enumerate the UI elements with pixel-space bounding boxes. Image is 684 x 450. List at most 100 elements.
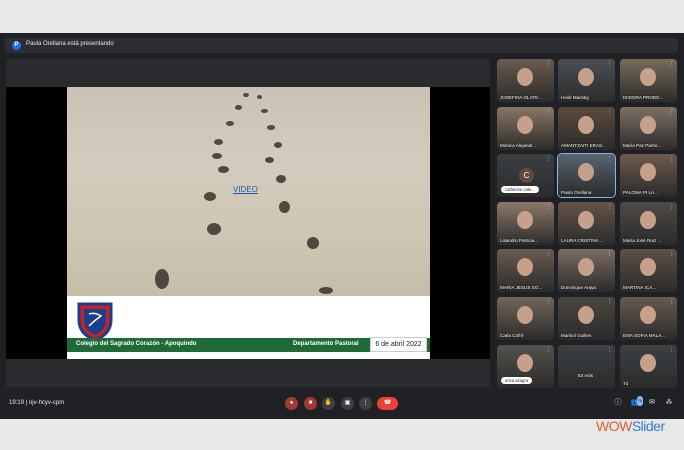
participant-name: LAURA CRISTINA ... [561,238,604,243]
participant-name: María Paz Parho... [623,143,662,148]
participant-tile[interactable]: ⋮ María Paz Parho... [620,107,677,150]
participant-name: Mónica Alejandr... [500,143,537,148]
participant-face [578,211,594,229]
tile-more-icon[interactable]: ⋮ [669,299,674,305]
more-options-button[interactable]: ⋮ [359,397,372,410]
leave-call-button[interactable]: ☎ [377,397,398,410]
participant-tile[interactable]: ⋮ Dominique Araya [558,249,615,292]
participant-face [578,68,594,86]
watermark-part1: WOW [596,418,632,434]
tile-more-icon[interactable]: ⋮ [546,347,551,353]
raise-hand-button[interactable]: ✋ [322,397,335,410]
school-name: Colegio del Sagrado Corazón - Apoquindo [76,341,197,347]
camera-button[interactable]: ■ [304,397,317,410]
participant-tile[interactable]: ⋮ AMANTZAITI ERAS... [558,107,615,150]
participant-name: ISIDORA PROBO... [623,95,664,100]
slide-date: 6 de abril 2022 [370,337,427,352]
hand-icon: ✋ [324,400,333,406]
participant-name: Paula Orellana [561,190,592,195]
participant-name: catherine cale... [501,186,539,193]
participant-face [640,163,656,181]
participant-tile[interactable]: ⋮ 53 más [558,345,615,388]
school-shield-logo [77,302,113,342]
meeting-code: ojv-hcyv-cpm [28,400,65,406]
video-link[interactable]: VIDEO [233,185,258,194]
participant-tile[interactable]: ⋮ erica azagra [497,345,554,388]
meeting-info: 19:19 | ojv-hcyv-cpm [9,400,64,406]
tile-more-icon[interactable]: ⋮ [546,109,551,115]
presenter-avatar: P [12,41,21,50]
tile-more-icon[interactable]: ⋮ [669,61,674,67]
participant-tile[interactable]: ⋮ Heidi Machtig [558,59,615,102]
tile-more-icon[interactable]: ⋮ [607,109,612,115]
shared-slide: VIDEO Colegio del Sagrado Corazón - Apoq… [67,87,430,359]
tile-more-icon[interactable]: ⋮ [607,156,612,162]
tile-more-icon[interactable]: ⋮ [607,347,612,353]
participant-face [578,258,594,276]
participant-tile[interactable]: ⋮ Mónica Alejandr... [497,107,554,150]
participant-tile[interactable]: ⋮ Lisandro Patricia... [497,202,554,245]
participant-tile[interactable]: ⋮ ISIDORA PROBO... [620,59,677,102]
activities-button[interactable]: ⁂ [664,398,674,408]
participant-tile[interactable]: ⋮ María José Ruiz ... [620,202,677,245]
tile-more-icon[interactable]: ⋮ [607,299,612,305]
present-button[interactable]: ▣ [341,397,354,410]
participant-name: Marisol Guillen [561,333,592,338]
participant-name: MARIA JESUS SO... [500,285,543,290]
bottom-toolbar: 19:19 | ojv-hcyv-cpm ● ■ ✋ ▣ ⋮ ☎ ⓘ 👥 76 … [0,394,684,413]
participant-face [517,116,533,134]
people-button[interactable]: 👥 76 [630,396,643,408]
participant-name: Tú [623,381,629,386]
tile-more-icon[interactable]: ⋮ [669,347,674,353]
participant-name: PALOMA PI LA... [623,190,658,195]
participant-tile[interactable]: ⋮ JOSEFINA OLATE... [497,59,554,102]
meeting-time: 19:19 [9,400,25,406]
watermark-part2: Slider [631,418,665,434]
participant-tile[interactable]: ⋮ LAURA CRISTINA ... [558,202,615,245]
participant-face [517,306,533,324]
participant-name: JOSEFINA OLATE... [500,95,543,100]
participant-tile[interactable]: ⋮ Paula Orellana [557,153,616,198]
participant-name: Heidi Machtig [561,95,589,100]
info-icon: ⓘ [614,399,622,406]
activities-icon: ⁂ [665,399,673,406]
chat-button[interactable]: ✉ [647,398,657,408]
tile-more-icon[interactable]: ⋮ [546,251,551,257]
tile-more-icon[interactable]: ⋮ [669,204,674,210]
tile-more-icon[interactable]: ⋮ [607,251,612,257]
meeting-details-button[interactable]: ⓘ [613,398,623,408]
participant-tile[interactable]: ⋮ Carla Cofré [497,297,554,340]
info-separator: | [25,400,28,406]
tile-more-icon[interactable]: ⋮ [669,251,674,257]
participant-face [517,354,533,372]
microphone-button[interactable]: ● [285,397,298,410]
participant-tile[interactable]: ⋮ PALOMA PI LA... [620,154,677,197]
participant-face [640,68,656,86]
mic-off-icon: ● [289,400,294,406]
participant-face [578,306,594,324]
participant-tile[interactable]: ⋮ Tú [620,345,677,388]
participant-tile[interactable]: ⋮ MARTINA ICA... [620,249,677,292]
tile-more-icon[interactable]: ⋮ [669,109,674,115]
participant-face [517,258,533,276]
participant-tile[interactable]: ⋮ MARIA JESUS SO... [497,249,554,292]
tile-more-icon[interactable]: ⋮ [607,204,612,210]
participant-name: erica azagra [501,377,533,384]
participant-tile[interactable]: C ⋮ catherine cale... [497,154,554,197]
present-screen-icon: ▣ [344,400,351,406]
participant-tile[interactable]: ⋮ EMA SOFIA MALA... [620,297,677,340]
chat-icon: ✉ [649,399,655,406]
tile-more-icon[interactable]: ⋮ [546,61,551,67]
participant-name: Dominique Araya [561,285,596,290]
tile-more-icon[interactable]: ⋮ [669,156,674,162]
participant-name: 53 más [578,373,594,378]
participant-name: EMA SOFIA MALA... [623,333,666,338]
participant-face [640,258,656,276]
tile-more-icon[interactable]: ⋮ [546,156,551,162]
tile-more-icon[interactable]: ⋮ [546,299,551,305]
participant-name: María José Ruiz ... [623,238,662,243]
presenter-text: Paula Orellana está presentando [26,41,114,47]
participant-tile[interactable]: ⋮ Marisol Guillen [558,297,615,340]
tile-more-icon[interactable]: ⋮ [607,61,612,67]
tile-more-icon[interactable]: ⋮ [546,204,551,210]
